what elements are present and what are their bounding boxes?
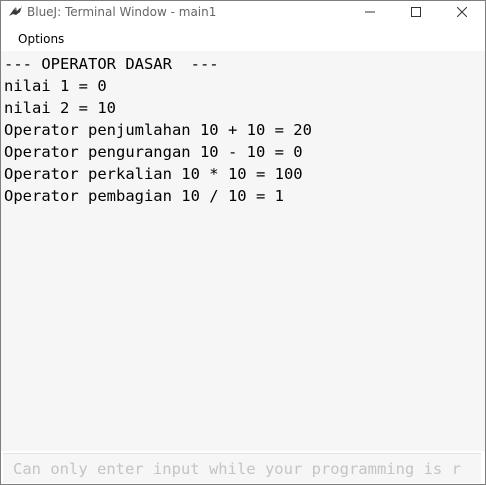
close-button[interactable] — [439, 1, 485, 23]
menu-bar: Options — [1, 29, 485, 49]
terminal-line: Operator penjumlahan 10 + 10 = 20 — [4, 121, 312, 139]
terminal-output[interactable]: --- OPERATOR DASAR --- nilai 1 = 0 nilai… — [1, 51, 485, 451]
menu-options[interactable]: Options — [16, 31, 66, 47]
minimize-icon — [365, 7, 375, 17]
maximize-icon — [411, 7, 421, 17]
window-title: BlueJ: Terminal Window - main1 — [27, 5, 217, 19]
close-icon — [457, 7, 467, 17]
terminal-line: --- OPERATOR DASAR --- — [4, 55, 219, 73]
maximize-button[interactable] — [393, 1, 439, 23]
terminal-input[interactable] — [3, 454, 481, 483]
terminal-line: nilai 1 = 0 — [4, 77, 107, 95]
terminal-input-area — [3, 453, 481, 483]
minimize-button[interactable] — [347, 1, 393, 23]
terminal-line: Operator pembagian 10 / 10 = 1 — [4, 187, 284, 205]
terminal-line: Operator pengurangan 10 - 10 = 0 — [4, 143, 303, 161]
terminal-window: BlueJ: Terminal Window - main1 Options -… — [0, 0, 486, 485]
title-bar[interactable]: BlueJ: Terminal Window - main1 — [1, 1, 485, 24]
terminal-line: nilai 2 = 10 — [4, 99, 116, 117]
terminal-line: Operator perkalian 10 * 10 = 100 — [4, 165, 303, 183]
bluej-bird-icon — [8, 4, 24, 20]
